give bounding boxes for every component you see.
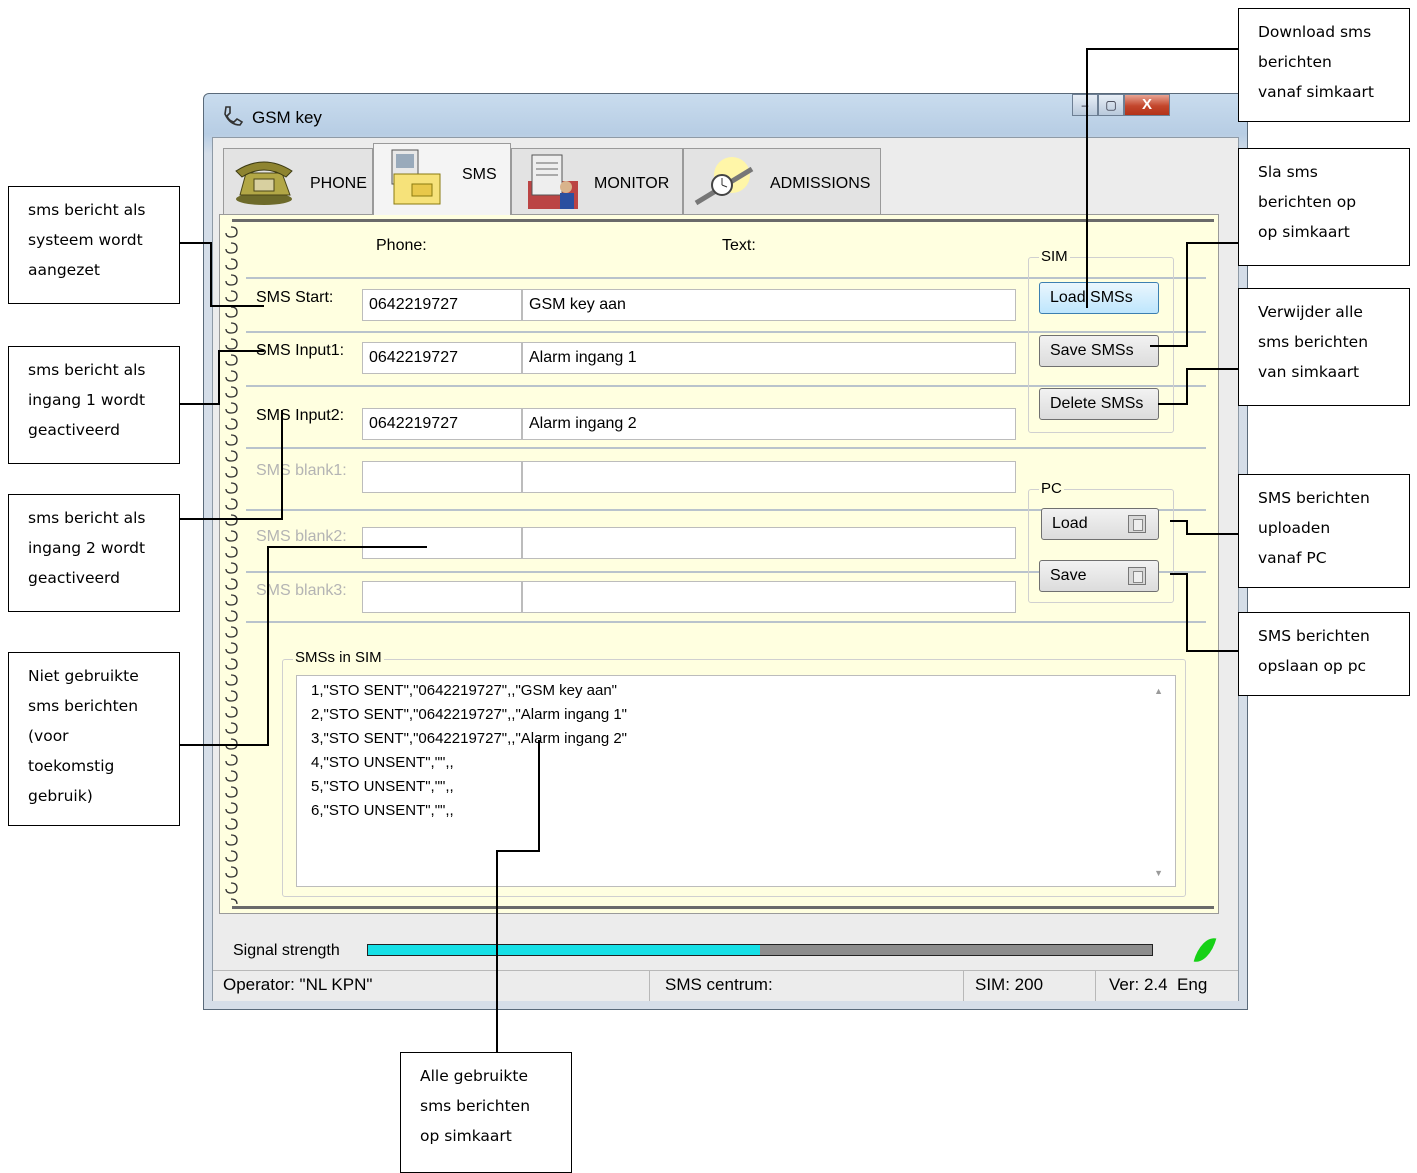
sms-input2-label: SMS Input2: (256, 407, 345, 424)
callout-upload-pc: SMS berichten uploaden vanaf PC (1238, 474, 1410, 588)
disk-icon (1128, 515, 1146, 533)
callout-input2: sms bericht als ingang 2 wordt geactivee… (8, 494, 180, 612)
tab-monitor-label: MONITOR (594, 175, 670, 192)
signal-strength-label: Signal strength (233, 942, 340, 959)
tab-admissions-label: ADMISSIONS (770, 175, 871, 192)
app-icon (224, 106, 244, 126)
tab-sms-label: SMS (462, 166, 497, 183)
signal-strength-bar (367, 944, 1153, 956)
callout-start: sms bericht als systeem wordt aangezet (8, 186, 180, 304)
tab-sms[interactable]: SMS (373, 143, 511, 215)
save-smss-button[interactable]: Save SMSs (1039, 335, 1159, 367)
pc-group: PC Load Save (1028, 480, 1174, 603)
window-title: GSM key (252, 108, 322, 127)
sms-input1-phone-field[interactable]: 0642219727 (362, 342, 522, 374)
minimize-button[interactable]: – (1072, 94, 1098, 116)
delete-smss-button[interactable]: Delete SMSs (1039, 388, 1159, 420)
list-item: 5,"STO UNSENT","",, (311, 778, 454, 795)
page-top-rule (232, 219, 1214, 222)
tab-phone-label: PHONE (310, 175, 367, 192)
spiral-binding (225, 226, 238, 905)
tab-monitor[interactable]: MONITOR (511, 148, 683, 214)
sms-input1-text-field[interactable]: Alarm ingang 1 (522, 342, 1016, 374)
client-area: PHONE SMS MONITOR ADMISSIONS Phone: Text… (212, 137, 1239, 1001)
pc-group-label: PC (1039, 480, 1064, 497)
sms-input2-phone-field[interactable]: 0642219727 (362, 408, 522, 440)
callout-save-sim: Sla sms berichten op op simkaart (1238, 148, 1410, 266)
sms-blank2-phone-field[interactable] (362, 527, 522, 559)
phone-icon (235, 161, 293, 205)
sms-blank1-label: SMS blank1: (256, 462, 347, 479)
operator-status: Operator: "NL KPN" (223, 975, 373, 994)
sms-blank1-phone-field[interactable] (362, 461, 522, 493)
monitor-icon (528, 154, 578, 209)
sms-start-phone-field[interactable]: 0642219727 (362, 289, 522, 321)
status-bar: Operator: "NL KPN" SMS centrum: SIM: 200… (213, 970, 1238, 1001)
callout-unused: Niet gebruikte sms berichten (voor toeko… (8, 652, 180, 826)
scroll-down-icon[interactable]: ▼ (1154, 868, 1163, 878)
signal-indicator-icon (1193, 934, 1217, 966)
disk-icon (1128, 567, 1146, 585)
pc-load-label: Load (1052, 515, 1088, 532)
sms-start-label: SMS Start: (256, 289, 334, 306)
tab-phone[interactable]: PHONE (223, 148, 373, 214)
admissions-icon (694, 157, 754, 206)
sms-input1-label: SMS Input1: (256, 342, 345, 359)
sms-start-text-field[interactable]: GSM key aan (522, 289, 1016, 321)
sms-in-sim-list[interactable]: 1,"STO SENT","0642219727",,"GSM key aan"… (296, 675, 1176, 887)
sim-group-label: SIM (1039, 248, 1070, 265)
page-bottom-rule (232, 906, 1214, 909)
list-item: 2,"STO SENT","0642219727",,"Alarm ingang… (311, 706, 628, 723)
callout-input1: sms bericht als ingang 1 wordt geactivee… (8, 346, 180, 464)
sim-status: SIM: 200 (975, 975, 1044, 994)
list-item: 3,"STO SENT","0642219727",,"Alarm ingang… (311, 730, 628, 747)
sms-in-sim-label: SMSs in SIM (293, 649, 384, 666)
load-smss-button[interactable]: Load SMSs (1039, 282, 1159, 314)
list-item: 6,"STO UNSENT","",, (311, 802, 454, 819)
scroll-up-icon[interactable]: ▲ (1154, 686, 1163, 696)
tab-admissions[interactable]: ADMISSIONS (683, 148, 881, 214)
sms-blank3-label: SMS blank3: (256, 582, 347, 599)
sms-icon (391, 149, 441, 205)
sms-blank3-text-field[interactable] (522, 581, 1016, 613)
pc-save-label: Save (1050, 567, 1087, 584)
pc-save-button[interactable]: Save (1039, 560, 1159, 592)
list-item: 1,"STO SENT","0642219727",,"GSM key aan" (311, 682, 617, 699)
version-status: Ver: 2.4 Eng (1109, 975, 1208, 994)
sms-blank2-label: SMS blank2: (256, 528, 347, 545)
sms-input2-text-field[interactable]: Alarm ingang 2 (522, 408, 1016, 440)
sms-centre-status: SMS centrum: (665, 975, 773, 994)
signal-strength-fill (368, 945, 760, 955)
sms-in-sim-group: SMSs in SIM 1,"STO SENT","0642219727",,"… (282, 649, 1186, 897)
sms-blank2-text-field[interactable] (522, 527, 1016, 559)
pc-load-button[interactable]: Load (1041, 508, 1159, 540)
sms-blank1-text-field[interactable] (522, 461, 1016, 493)
callout-all-used: Alle gebruikte sms berichten op simkaart (400, 1052, 572, 1173)
sms-blank3-phone-field[interactable] (362, 581, 522, 613)
callout-save-pc: SMS berichten opslaan op pc (1238, 612, 1410, 696)
text-column-header: Text: (722, 237, 756, 254)
callout-download: Download sms berichten vanaf simkaart (1238, 8, 1410, 122)
phone-column-header: Phone: (376, 237, 427, 254)
close-button[interactable]: X (1124, 94, 1170, 116)
maximize-button[interactable]: ▢ (1098, 94, 1124, 116)
list-item: 4,"STO UNSENT","",, (311, 754, 454, 771)
gsm-key-window: GSM key – ▢ X PHONE SMS MONITOR ADMISSIO… (203, 93, 1248, 1010)
callout-delete-sim: Verwijder alle sms berichten van simkaar… (1238, 288, 1410, 406)
sms-page: Phone: Text: SMS Start: 0642219727 GSM k… (219, 214, 1219, 914)
